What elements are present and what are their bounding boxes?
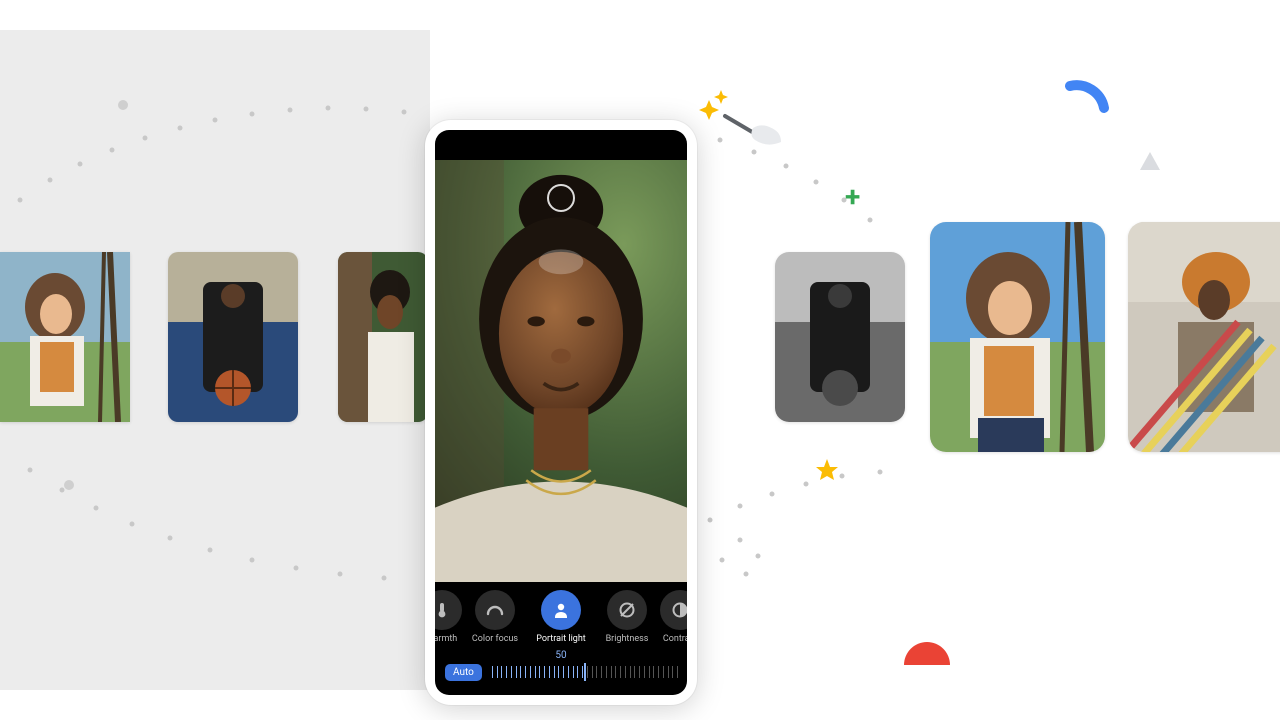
tool-color-focus[interactable]: Color focus xyxy=(465,590,525,644)
portrait-light-ring[interactable] xyxy=(547,184,575,212)
arc-icon xyxy=(475,590,515,630)
grey-triangle-icon xyxy=(1140,152,1160,170)
slider-value: 50 xyxy=(445,650,677,661)
tool-label: Contrast xyxy=(663,634,687,644)
editor-tool-row: warmth Color focus Portrait light xyxy=(435,582,687,644)
auto-button[interactable]: Auto xyxy=(445,664,482,681)
accent-dot xyxy=(64,480,74,490)
thumb-hammock[interactable] xyxy=(1128,222,1280,452)
phone-mockup: warmth Color focus Portrait light xyxy=(425,120,697,705)
thumb-girl-swing-large[interactable] xyxy=(930,222,1105,452)
tool-label: Brightness xyxy=(606,634,649,644)
blue-arc-icon xyxy=(1064,80,1110,126)
tool-portrait-light[interactable]: Portrait light xyxy=(531,590,591,644)
hero-stage: + xyxy=(0,0,1280,720)
tool-contrast[interactable]: Contrast xyxy=(663,590,687,644)
tool-label: Portrait light xyxy=(536,634,585,644)
tool-brightness[interactable]: Brightness xyxy=(597,590,657,644)
phone-screen: warmth Color focus Portrait light xyxy=(435,130,687,695)
sun-slash-icon xyxy=(607,590,647,630)
thumb-basketball[interactable] xyxy=(168,252,298,422)
tool-warmth[interactable]: warmth xyxy=(435,590,459,644)
tool-label: warmth xyxy=(435,634,457,644)
accent-dot xyxy=(118,100,128,110)
thumb-girl-swing[interactable] xyxy=(0,252,130,422)
thermometer-icon xyxy=(435,590,462,630)
magic-wand-icon xyxy=(695,90,785,150)
photo-viewfinder[interactable] xyxy=(435,160,687,582)
red-semicircle-icon xyxy=(904,631,950,665)
tool-label: Color focus xyxy=(472,634,518,644)
thumb-basketball-bw[interactable] xyxy=(775,252,905,422)
person-icon xyxy=(541,590,581,630)
thumb-woman-tree[interactable] xyxy=(338,252,428,422)
half-circle-icon xyxy=(660,590,687,630)
slider-ticks[interactable] xyxy=(492,663,677,681)
slider-area: 50 Auto xyxy=(435,644,687,695)
green-plus-icon: + xyxy=(845,180,860,213)
yellow-star-icon xyxy=(815,458,839,482)
